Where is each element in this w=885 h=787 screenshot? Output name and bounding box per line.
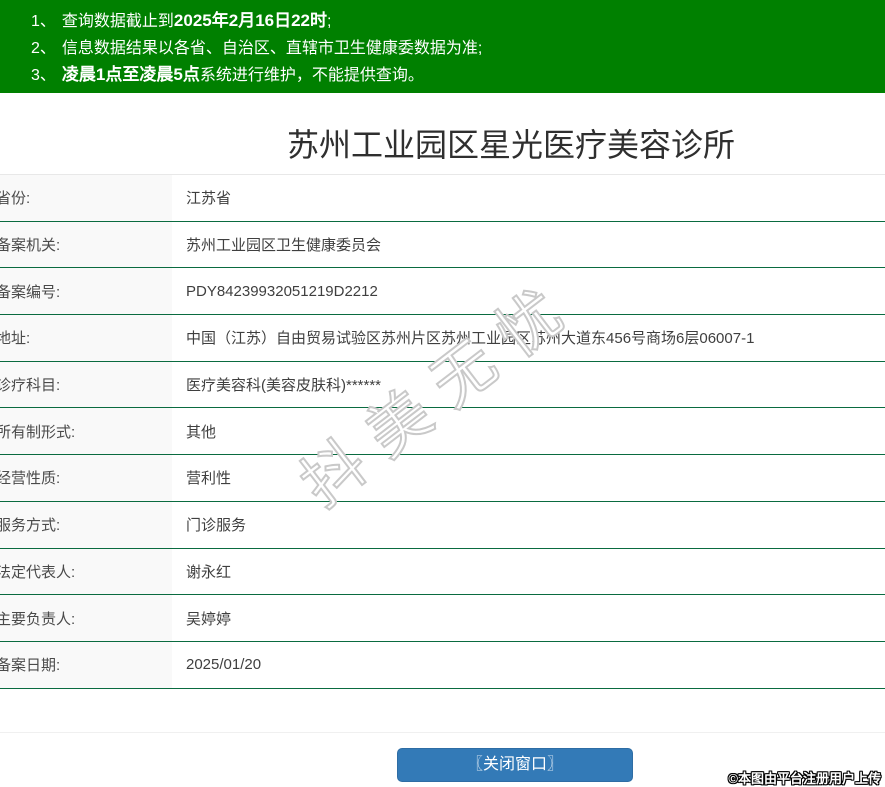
row-value: 医疗美容科(美容皮肤科)****** bbox=[186, 377, 382, 395]
notice-item-text: ; bbox=[327, 13, 332, 30]
table-row-service-mode: 服务方式: 门诊服务 bbox=[0, 501, 885, 549]
notice-item-text: 信息数据结果以各省、自治区、直辖市卫生健康委数据为准; bbox=[61, 40, 483, 57]
notice-item-number: 2、 bbox=[31, 40, 56, 57]
page-title: 苏州工业园区星光医疗美容诊所 bbox=[286, 127, 736, 163]
table-row-business-nature: 经营性质: 营利性 bbox=[0, 455, 885, 502]
notice-item-1: 1、 查询数据截止到2025年2月16日22时; bbox=[31, 8, 875, 35]
notice-item-text: 系统进行维护，不能提供查询。 bbox=[199, 67, 424, 84]
notice-banner: 1、 查询数据截止到2025年2月16日22时; 2、 信息数据结果以各省、自治区、… bbox=[0, 0, 885, 93]
row-value: 中国（江苏）自由贸易试验区苏州片区苏州工业园区苏州大道东456号商场6层0600… bbox=[186, 330, 755, 348]
row-label: 经营性质: bbox=[0, 455, 172, 501]
row-label: 省份: bbox=[0, 175, 172, 221]
table-row-filing-number: 备案编号: PDY84239932051219D2212 bbox=[0, 268, 885, 316]
row-value: 营利性 bbox=[186, 470, 232, 488]
info-table: 省份: 江苏省 备案机关: 苏州工业园区卫生健康委员会 备案编号: PDY842… bbox=[0, 174, 885, 689]
table-row-province: 省份: 江苏省 bbox=[0, 175, 885, 222]
footer-divider bbox=[0, 732, 885, 733]
row-value: 谢永红 bbox=[186, 563, 232, 581]
table-row-legal-representative: 法定代表人: 谢永红 bbox=[0, 548, 885, 596]
table-row-address: 地址: 中国（江苏）自由贸易试验区苏州片区苏州工业园区苏州大道东456号商场6层… bbox=[0, 315, 885, 362]
row-label: 备案日期: bbox=[0, 641, 172, 688]
row-label: 法定代表人: bbox=[0, 548, 172, 595]
notice-item-number: 1、 bbox=[31, 13, 56, 30]
row-value: 门诊服务 bbox=[186, 517, 247, 535]
row-value: 其他 bbox=[186, 423, 217, 441]
table-row-filing-authority: 备案机关: 苏州工业园区卫生健康委员会 bbox=[0, 221, 885, 269]
row-value: PDY84239932051219D2212 bbox=[186, 282, 378, 300]
row-value: 苏州工业园区卫生健康委员会 bbox=[186, 237, 382, 255]
row-label: 备案编号: bbox=[0, 268, 172, 315]
row-value: 吴婷婷 bbox=[186, 610, 232, 628]
row-label: 主要负责人: bbox=[0, 595, 172, 641]
table-row-medical-subjects: 诊疗科目: 医疗美容科(美容皮肤科)****** bbox=[0, 361, 885, 409]
table-row-ownership-form: 所有制形式: 其他 bbox=[0, 408, 885, 456]
copyright-text: ©本图由平台注册用户上传 bbox=[728, 771, 881, 786]
notice-item-number: 3、 bbox=[31, 67, 56, 84]
row-value: 江苏省 bbox=[186, 190, 232, 208]
table-row-filing-date: 备案日期: 2025/01/20 bbox=[0, 641, 885, 689]
notice-item-text: 查询数据截止到 bbox=[61, 13, 174, 30]
row-label: 诊疗科目: bbox=[0, 361, 172, 408]
close-window-button[interactable]: 〖关闭窗口〗 bbox=[397, 748, 633, 782]
row-label: 所有制形式: bbox=[0, 408, 172, 455]
notice-item-2: 2、 信息数据结果以各省、自治区、直辖市卫生健康委数据为准; bbox=[31, 35, 875, 62]
row-label: 地址: bbox=[0, 315, 172, 361]
row-value: 2025/01/20 bbox=[186, 656, 262, 674]
row-label: 服务方式: bbox=[0, 501, 172, 548]
row-label: 备案机关: bbox=[0, 221, 172, 268]
notice-item-bold-text: 2025年2月16日22时 bbox=[173, 11, 328, 30]
notice-item-bold-text: 凌晨1点至凌晨5点 bbox=[61, 65, 200, 84]
table-row-main-responsible-person: 主要负责人: 吴婷婷 bbox=[0, 595, 885, 642]
notice-item-3: 3、 凌晨1点至凌晨5点系统进行维护，不能提供查询。 bbox=[31, 62, 875, 89]
